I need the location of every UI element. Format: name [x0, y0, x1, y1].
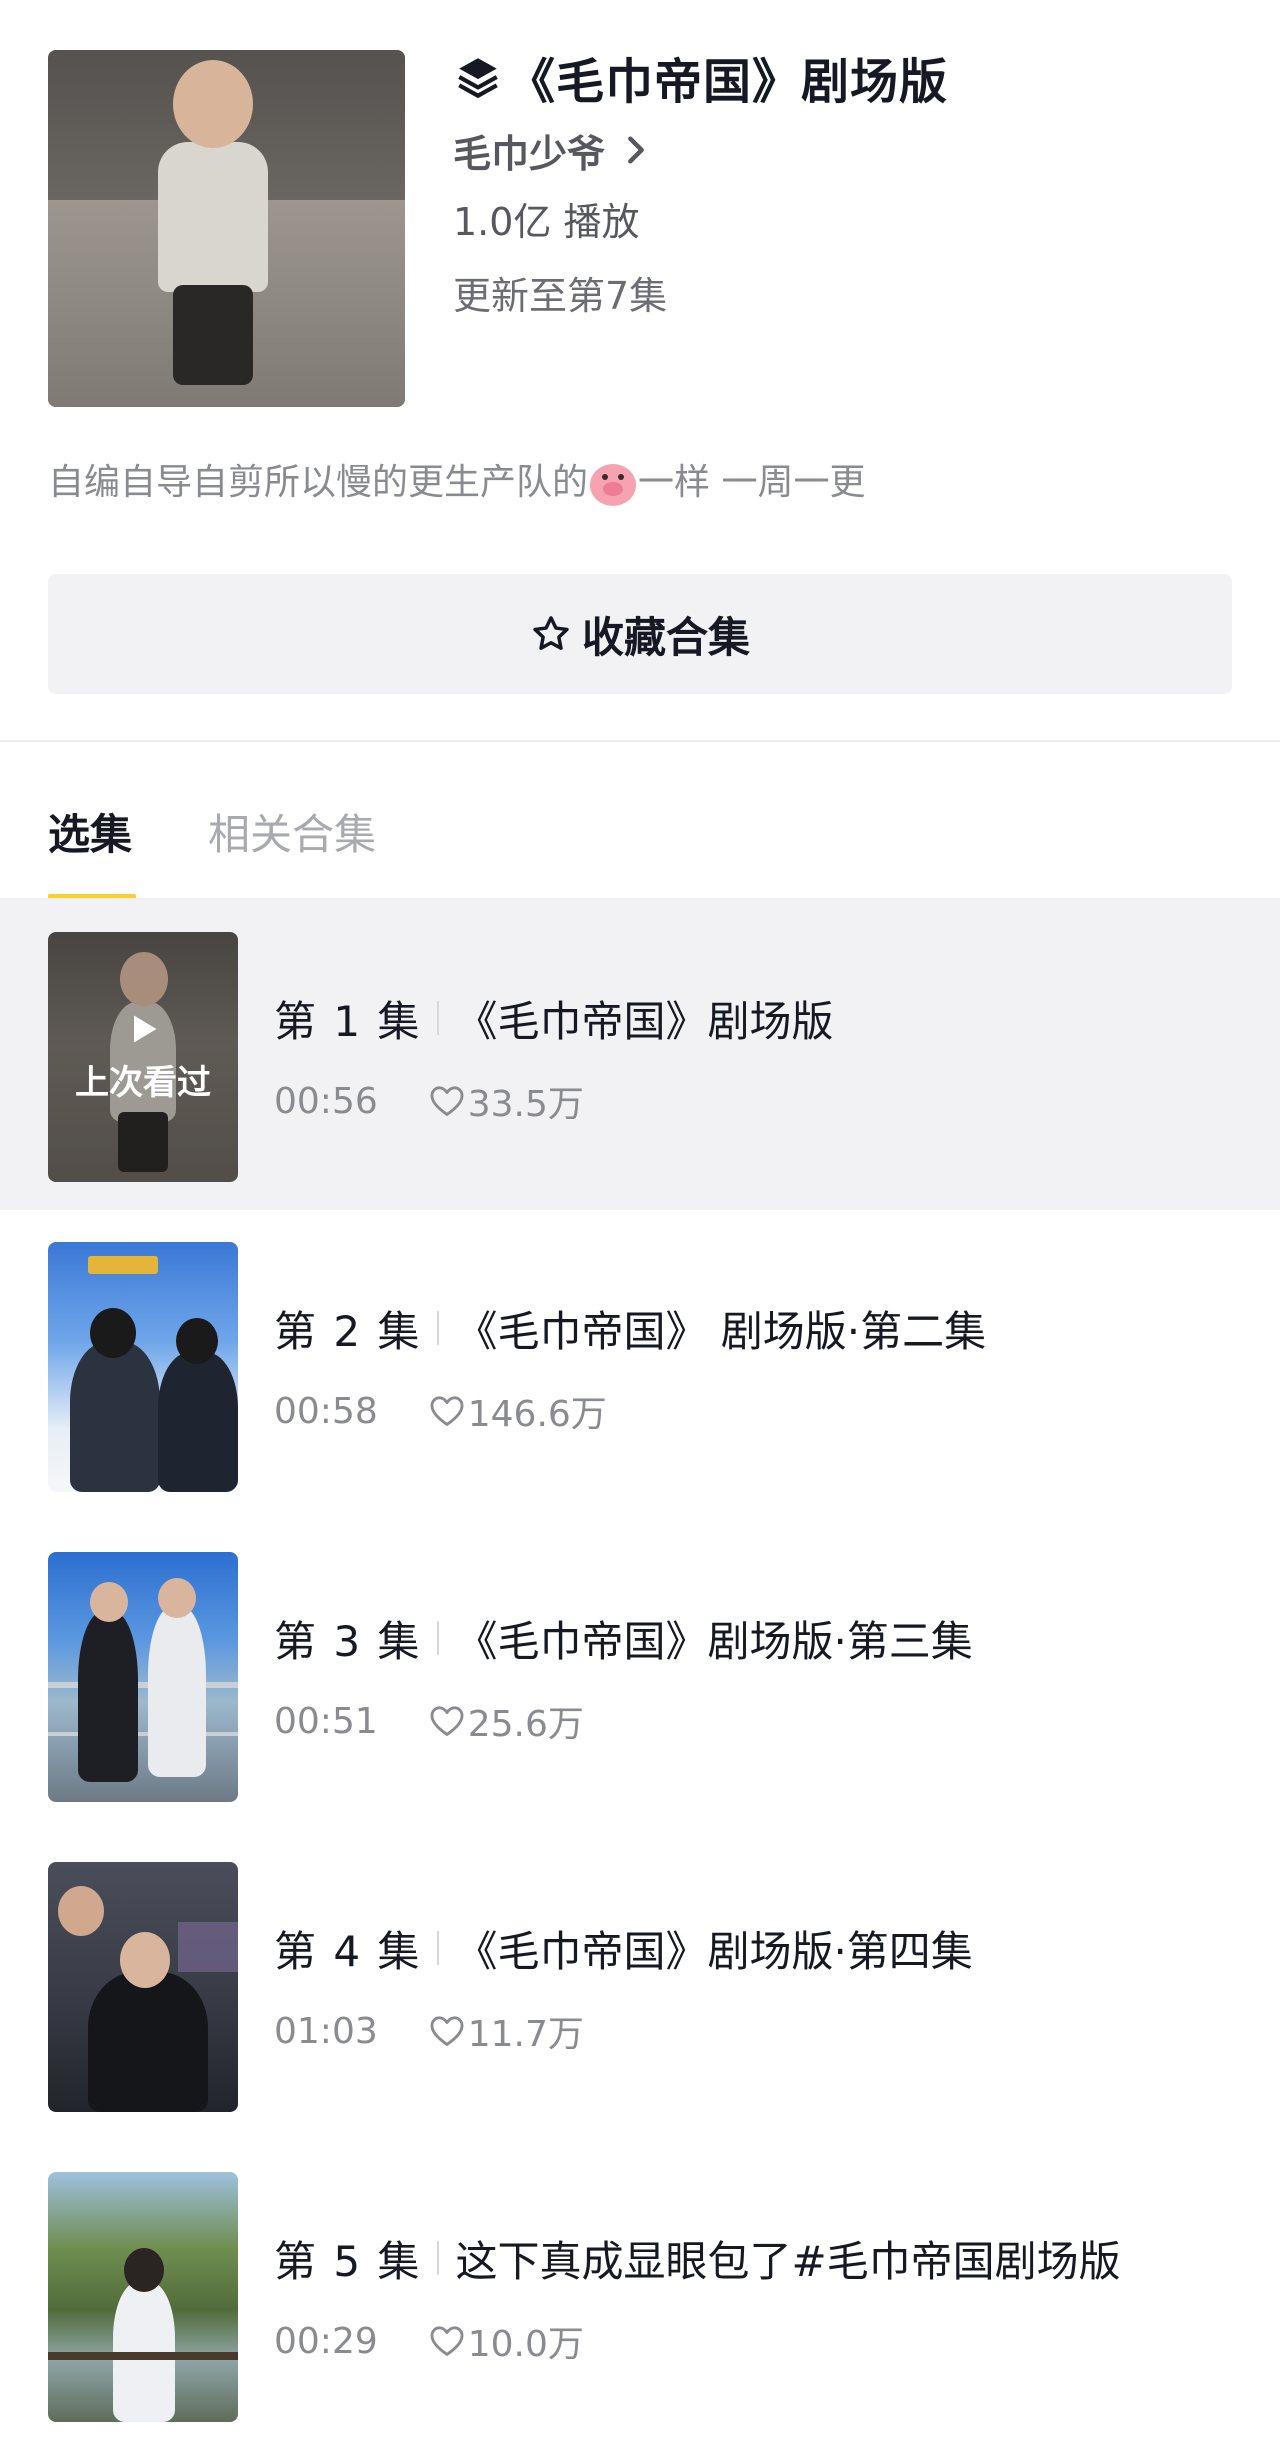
episode-meta: 01:03 11.7万	[274, 2006, 584, 2056]
description-text-end: 一样 一周一更	[638, 462, 866, 503]
episode-title-row: 第 3 集 《毛巾帝国》剧场版·第三集	[274, 1608, 973, 1668]
episode-item[interactable]: 第 3 集 《毛巾帝国》剧场版·第三集 00:51 25.6万	[0, 1520, 1280, 1830]
description-text-start: 自编自导自剪所以慢的更生产队的	[48, 462, 589, 503]
episode-likes: 146.6万	[467, 1394, 607, 1435]
heart-outline-icon	[430, 1706, 464, 1736]
play-icon	[134, 1015, 157, 1042]
episode-title: 这下真成显眼包了#毛巾帝国剧场版	[455, 2236, 1121, 2286]
episode-likes: 25.6万	[467, 1704, 584, 1745]
title-separator	[437, 2241, 440, 2275]
episode-meta: 00:58 146.6万	[274, 1386, 607, 1436]
episode-title: 《毛巾帝国》剧场版·第三集	[455, 1616, 973, 1666]
stack-layers-icon	[458, 58, 498, 98]
episode-number: 第 5 集	[274, 2236, 422, 2286]
episode-thumbnail	[48, 1862, 238, 2112]
episode-number: 第 2 集	[274, 1306, 422, 1356]
update-status: 更新至第7集	[453, 274, 668, 318]
episode-duration: 00:51	[274, 1700, 378, 1742]
episode-list: 上次看过 第 1 集 《毛巾帝国》剧场版 00:56 33.5万 第 2 集 《…	[0, 900, 1280, 2450]
title-separator	[437, 1621, 440, 1655]
episode-duration: 00:29	[274, 2320, 378, 2362]
heart-outline-icon	[430, 2326, 464, 2356]
star-outline-icon	[533, 616, 569, 650]
episode-duration: 00:58	[274, 1390, 378, 1432]
episode-thumbnail	[48, 1552, 238, 1802]
heart-outline-icon	[430, 2016, 464, 2046]
favorite-button-label: 收藏合集	[581, 612, 750, 662]
heart-outline-icon	[430, 1396, 464, 1426]
favorite-collection-button[interactable]: 收藏合集	[48, 574, 1232, 694]
tab-related-collections[interactable]: 相关合集	[208, 790, 376, 900]
episode-item[interactable]: 上次看过 第 1 集 《毛巾帝国》剧场版 00:56 33.5万	[0, 900, 1280, 1210]
title-separator	[437, 1311, 440, 1345]
title-separator	[437, 1931, 440, 1965]
collection-description: 自编自导自剪所以慢的更生产队的 一样 一周一更	[48, 450, 865, 516]
episode-title: 《毛巾帝国》剧场版	[455, 996, 834, 1046]
collection-title: 《毛巾帝国》剧场版	[507, 54, 949, 110]
collection-title-row: 《毛巾帝国》剧场版	[453, 44, 1240, 110]
episode-meta: 00:56 33.5万	[274, 1076, 584, 1126]
episode-title: 《毛巾帝国》剧场版·第四集	[455, 1926, 973, 1976]
section-divider	[0, 740, 1280, 742]
episode-thumbnail	[48, 1242, 238, 1492]
episode-thumbnail: 上次看过	[48, 932, 238, 1182]
episode-duration: 01:03	[274, 2010, 378, 2052]
episode-title-row: 第 1 集 《毛巾帝国》剧场版	[274, 988, 833, 1048]
episode-title-row: 第 2 集 《毛巾帝国》 剧场版·第二集	[274, 1298, 986, 1358]
episode-number: 第 3 集	[274, 1616, 422, 1666]
episode-item[interactable]: 第 4 集 《毛巾帝国》剧场版·第四集 01:03 11.7万	[0, 1830, 1280, 2140]
episode-duration: 00:56	[274, 1080, 378, 1122]
play-count: 1.0亿 播放	[453, 200, 640, 244]
episode-title-row: 第 5 集 这下真成显眼包了#毛巾帝国剧场版	[274, 2228, 1121, 2288]
episode-likes: 11.7万	[467, 2014, 584, 2055]
tab-episodes[interactable]: 选集	[48, 790, 132, 900]
episode-likes: 10.0万	[467, 2324, 584, 2365]
tab-bar: 选集 相关合集	[0, 790, 1280, 900]
episode-thumbnail	[48, 2172, 238, 2422]
collection-header: 《毛巾帝国》剧场版 毛巾少爷 1.0亿 播放 更新至第7集 自编自导自剪所以慢的…	[0, 0, 1280, 506]
author-name: 毛巾少爷	[453, 131, 606, 176]
collection-cover-image[interactable]	[48, 50, 405, 407]
episode-number: 第 4 集	[274, 1926, 422, 1976]
collection-info: 《毛巾帝国》剧场版 毛巾少爷 1.0亿 播放 更新至第7集	[453, 44, 1240, 322]
episode-title: 《毛巾帝国》 剧场版·第二集	[455, 1306, 987, 1356]
episode-item[interactable]: 第 2 集 《毛巾帝国》 剧场版·第二集 00:58 146.6万	[0, 1210, 1280, 1520]
episode-likes: 33.5万	[467, 1084, 584, 1125]
pig-face-emoji-icon	[590, 464, 637, 506]
author-link[interactable]: 毛巾少爷	[453, 124, 1240, 176]
episode-number: 第 1 集	[274, 996, 422, 1046]
episode-item[interactable]: 第 5 集 这下真成显眼包了#毛巾帝国剧场版 00:29 10.0万	[0, 2140, 1280, 2450]
episode-meta: 00:29 10.0万	[274, 2316, 584, 2366]
last-watched-badge: 上次看过	[75, 1062, 211, 1103]
heart-outline-icon	[430, 1086, 464, 1116]
title-separator	[437, 1001, 440, 1035]
episode-title-row: 第 4 集 《毛巾帝国》剧场版·第四集	[274, 1918, 973, 1978]
chevron-right-icon	[628, 136, 644, 164]
episode-meta: 00:51 25.6万	[274, 1696, 584, 1746]
